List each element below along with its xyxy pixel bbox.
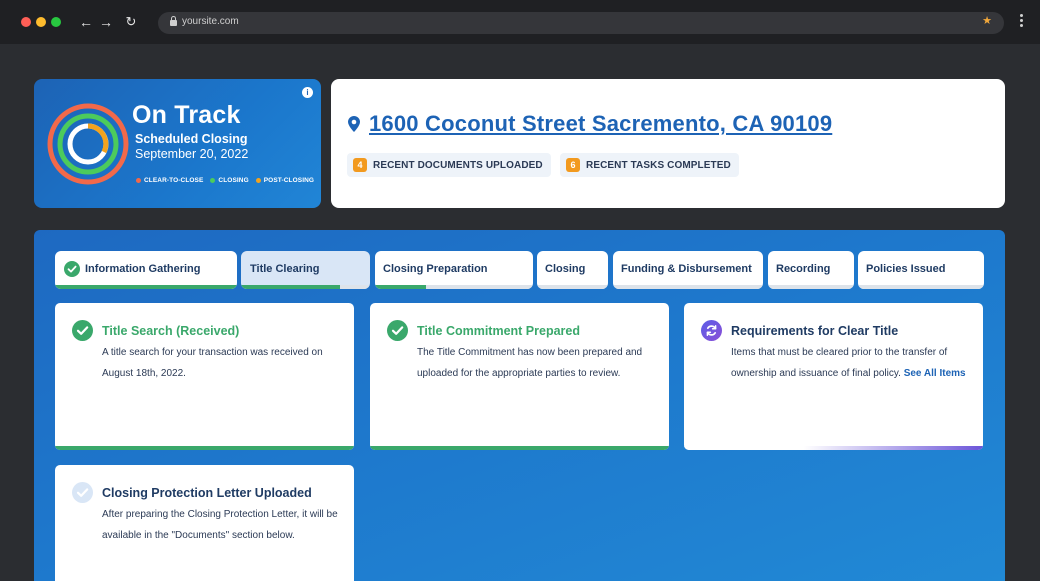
tab-recording[interactable]: Recording <box>768 251 854 289</box>
progress-rings-icon <box>47 103 129 185</box>
task-description: After preparing the Closing Protection L… <box>102 509 338 541</box>
task-progress-bar <box>55 446 354 450</box>
recent-tasks-badge[interactable]: 6 RECENT TASKS COMPLETED <box>560 153 739 177</box>
recent-documents-badge[interactable]: 4 RECENT DOCUMENTS UPLOADED <box>347 153 551 177</box>
task-progress-bar <box>684 446 983 450</box>
tab-progress <box>375 285 426 289</box>
completed-check-icon <box>387 320 408 341</box>
in-progress-sync-icon <box>701 320 722 341</box>
browser-toolbar: ← → ↻ yoursite.com ★ <box>0 0 1040 44</box>
property-card: 1600 Coconut Street Sacremento, CA 90109… <box>331 79 1005 208</box>
status-legend: CLEAR-TO-CLOSE CLOSING POST-CLOSING <box>136 177 314 184</box>
task-description: The Title Commitment has now been prepar… <box>417 347 643 379</box>
task-card-title-commitment[interactable]: Title Commitment Prepared The Title Comm… <box>370 303 669 450</box>
see-all-items-link[interactable]: See All Items <box>904 368 966 379</box>
tab-information-gathering[interactable]: Information Gathering <box>55 251 237 289</box>
scheduled-closing-label: Scheduled Closing <box>135 132 248 146</box>
info-icon[interactable]: i <box>302 87 313 98</box>
tab-label: Funding & Disbursement <box>621 263 752 275</box>
legend-item: POST-CLOSING <box>255 177 314 184</box>
tab-label: Policies Issued <box>866 263 946 275</box>
maximize-window-button[interactable] <box>51 17 61 27</box>
tab-title-clearing[interactable]: Title Clearing <box>241 251 370 289</box>
completed-check-icon <box>64 261 80 277</box>
close-window-button[interactable] <box>21 17 31 27</box>
forward-arrow-icon[interactable]: → <box>98 12 114 32</box>
status-title: On Track <box>132 101 241 129</box>
tasks-count: 6 <box>566 158 580 172</box>
address-bar[interactable]: yoursite.com ★ <box>158 12 1004 34</box>
lock-icon <box>170 16 177 26</box>
tasks-label: RECENT TASKS COMPLETED <box>586 159 731 171</box>
tab-closing[interactable]: Closing <box>537 251 608 289</box>
browser-menu-icon[interactable] <box>1016 14 1026 30</box>
location-pin-icon <box>348 116 360 132</box>
tab-label: Information Gathering <box>85 263 201 275</box>
tab-policies-issued[interactable]: Policies Issued <box>858 251 984 289</box>
closing-status-card: On Track Scheduled Closing September 20,… <box>34 79 321 208</box>
property-address-link[interactable]: 1600 Coconut Street Sacremento, CA 90109 <box>369 111 832 137</box>
tab-label: Closing <box>545 263 586 275</box>
tab-funding-disbursement[interactable]: Funding & Disbursement <box>613 251 763 289</box>
tab-label: Title Clearing <box>250 263 320 275</box>
documents-label: RECENT DOCUMENTS UPLOADED <box>373 159 543 171</box>
completed-check-icon <box>72 320 93 341</box>
reload-icon[interactable]: ↻ <box>123 12 139 32</box>
legend-item: CLOSING <box>210 177 249 184</box>
task-progress-bar <box>370 446 669 450</box>
tab-progress <box>55 285 237 289</box>
url-text: yoursite.com <box>182 16 239 27</box>
task-title: Requirements for Clear Title <box>731 324 899 338</box>
legend-item: CLEAR-TO-CLOSE <box>136 177 203 184</box>
pending-check-icon <box>72 482 93 503</box>
back-arrow-icon[interactable]: ← <box>78 12 94 32</box>
documents-count: 4 <box>353 158 367 172</box>
bookmark-star-icon[interactable]: ★ <box>982 14 992 27</box>
task-title: Closing Protection Letter Uploaded <box>102 486 312 500</box>
tab-progress <box>241 285 341 289</box>
workflow-panel: Information Gathering Title Clearing Clo… <box>34 230 1005 581</box>
closing-date: September 20, 2022 <box>135 147 249 161</box>
tab-closing-preparation[interactable]: Closing Preparation <box>375 251 533 289</box>
task-card-closing-protection[interactable]: Closing Protection Letter Uploaded After… <box>55 465 354 581</box>
task-title: Title Search (Received) <box>102 324 240 338</box>
clear-to-close-dot-icon <box>136 178 141 183</box>
tab-label: Recording <box>776 263 831 275</box>
closing-dot-icon <box>210 178 216 183</box>
task-card-requirements[interactable]: Requirements for Clear Title Items that … <box>684 303 983 450</box>
task-card-title-search[interactable]: Title Search (Received) A title search f… <box>55 303 354 450</box>
minimize-window-button[interactable] <box>36 17 46 27</box>
post-closing-dot-icon <box>255 178 261 183</box>
task-title: Title Commitment Prepared <box>417 324 581 338</box>
tab-label: Closing Preparation <box>383 263 488 275</box>
task-description: A title search for your transaction was … <box>102 347 323 379</box>
task-description: Items that must be cleared prior to the … <box>731 347 966 379</box>
